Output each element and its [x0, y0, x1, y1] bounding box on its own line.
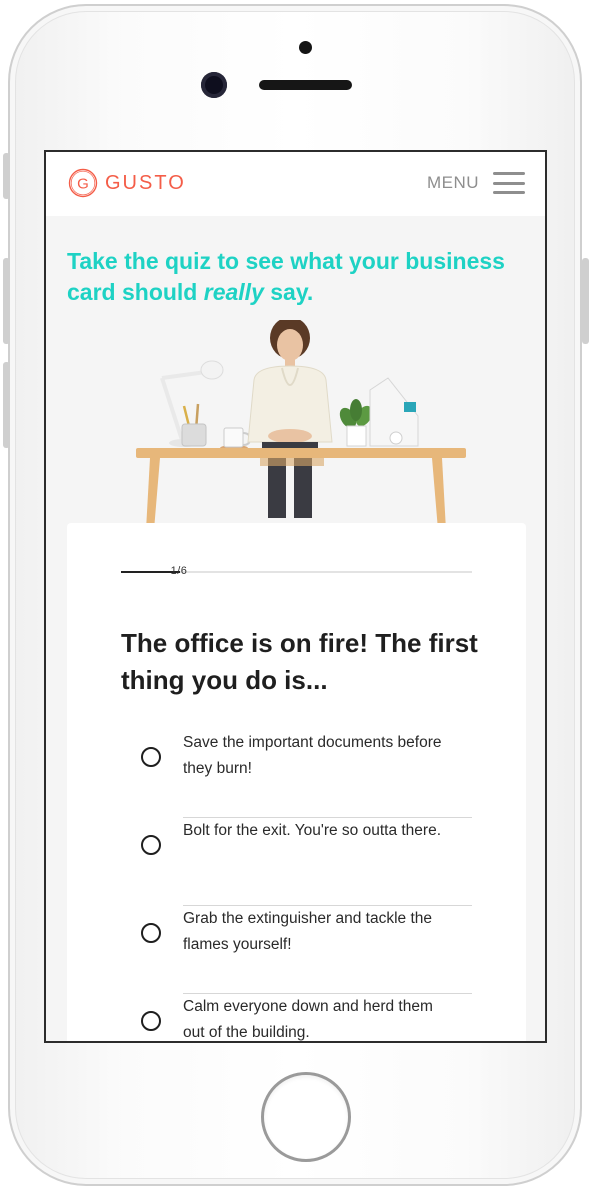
quiz-option[interactable]: Save the important documents before they…	[121, 730, 472, 818]
power-button[interactable]	[582, 258, 589, 344]
gusto-logo[interactable]: G GUSTO	[68, 168, 186, 198]
quiz-option-label: Grab the extinguisher and tackle the fla…	[183, 910, 433, 953]
logo-letter: G	[77, 176, 89, 193]
quiz-card: 1/6 The office is on fire! The first thi…	[67, 523, 526, 1041]
pencil-cup-icon	[181, 403, 207, 447]
radio-button[interactable]	[141, 1011, 161, 1031]
quiz-option[interactable]: Bolt for the exit. You're so outta there…	[121, 818, 472, 906]
radio-button[interactable]	[141, 923, 161, 943]
headline-emphasis: really	[203, 279, 264, 305]
gusto-logo-icon: G	[68, 168, 98, 198]
quiz-option-label: Calm everyone down and herd them out of …	[183, 998, 433, 1041]
radio-button[interactable]	[141, 835, 161, 855]
menu-button[interactable]: MENU	[427, 172, 525, 194]
home-button[interactable]	[261, 1072, 351, 1162]
top-navbar: G GUSTO MENU	[46, 152, 545, 216]
volume-down-button[interactable]	[3, 362, 10, 448]
mute-switch[interactable]	[3, 153, 10, 199]
headline-text-2: say.	[263, 279, 314, 305]
radio-button[interactable]	[141, 747, 161, 767]
quiz-option-label: Bolt for the exit. You're so outta there…	[183, 822, 442, 839]
hamburger-icon	[493, 172, 525, 194]
volume-up-button[interactable]	[3, 258, 10, 344]
quiz-progress-label: 1/6	[170, 565, 188, 577]
front-camera	[201, 72, 227, 98]
woman-figure	[247, 320, 333, 518]
file-organizer-icon	[369, 377, 419, 447]
woman-at-desk-illustration	[136, 320, 466, 530]
menu-label: MENU	[426, 173, 479, 192]
quiz-option-label: Save the important documents before they…	[183, 734, 442, 777]
hero-headline: Take the quiz to see what your business …	[67, 246, 537, 308]
earpiece-speaker	[259, 80, 352, 90]
quiz-option[interactable]: Calm everyone down and herd them out of …	[121, 994, 472, 1041]
quiz-question: The office is on fire! The first thing y…	[121, 628, 478, 695]
proximity-sensor	[299, 41, 312, 54]
coffee-mug-icon	[220, 427, 252, 451]
phone-screen: G GUSTO MENU Take the quiz to see what y…	[44, 150, 547, 1043]
brand-name: GUSTO	[105, 171, 186, 194]
quiz-option[interactable]: Grab the extinguisher and tackle the fla…	[121, 906, 472, 994]
